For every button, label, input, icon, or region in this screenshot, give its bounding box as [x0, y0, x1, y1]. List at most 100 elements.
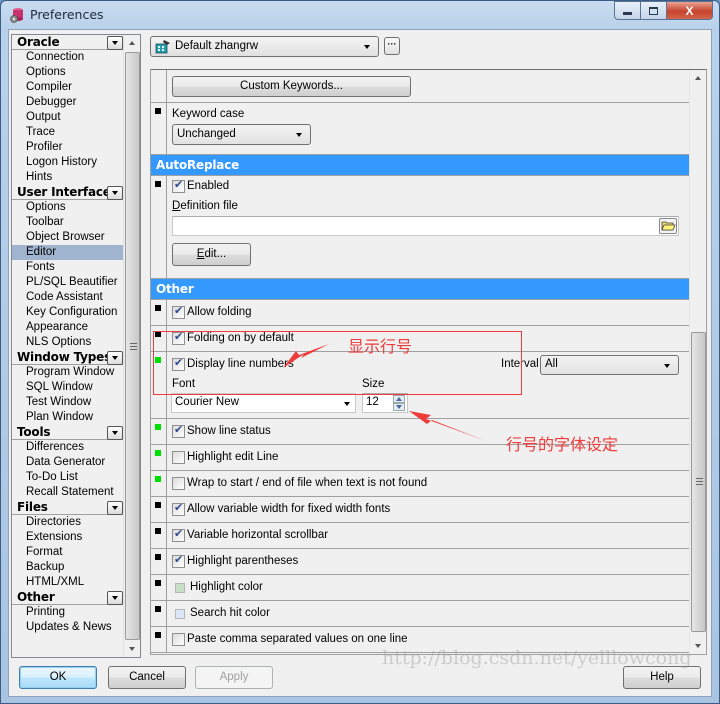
collapse-chevron-icon[interactable]: [107, 351, 123, 365]
sidebar-item-data-generator[interactable]: Data Generator: [12, 455, 123, 470]
collapse-chevron-icon[interactable]: [107, 426, 123, 440]
collapse-chevron-icon[interactable]: [107, 36, 123, 50]
title-bar[interactable]: Preferences X: [1, 1, 719, 29]
sidebar-group-other[interactable]: Other: [12, 590, 123, 605]
collapse-chevron-icon[interactable]: [107, 591, 123, 605]
close-button[interactable]: X: [667, 1, 713, 20]
wrap-search-checkbox[interactable]: [172, 477, 185, 490]
sidebar-item-toolbar[interactable]: Toolbar: [12, 215, 123, 230]
chevron-down-icon: [664, 364, 670, 368]
interval-label: Interval: [501, 358, 539, 370]
enabled-checkbox[interactable]: [172, 178, 185, 193]
sidebar-item-differences[interactable]: Differences: [12, 440, 123, 455]
paste-csv-row: Paste comma separated values on one line: [151, 627, 690, 653]
sidebar-item-hints[interactable]: Hints: [12, 170, 123, 185]
sidebar-item-debugger[interactable]: Debugger: [12, 95, 123, 110]
scroll-up-arrow-icon[interactable]: [690, 70, 706, 87]
edit-definition-button[interactable]: Edit...: [172, 243, 251, 266]
highlight-parens-checkbox[interactable]: [172, 553, 185, 568]
settings-scrollbar[interactable]: [689, 70, 706, 654]
sidebar-item-editor[interactable]: Editor: [12, 245, 123, 260]
black-marker-icon: [155, 580, 161, 586]
keyword-case-row: Keyword case Unchanged: [151, 103, 690, 155]
scroll-down-arrow-icon[interactable]: [124, 640, 140, 657]
sidebar-item-format[interactable]: Format: [12, 545, 123, 560]
sidebar-item-options[interactable]: Options: [12, 65, 123, 80]
sidebar-item-logon-history[interactable]: Logon History: [12, 155, 123, 170]
sidebar-group-window-types[interactable]: Window Types: [12, 350, 123, 365]
help-button[interactable]: Help: [623, 666, 701, 689]
size-spinner[interactable]: 12: [362, 393, 408, 413]
sidebar-item-appearance[interactable]: Appearance: [12, 320, 123, 335]
sidebar-item-extensions[interactable]: Extensions: [12, 530, 123, 545]
interval-dropdown[interactable]: All: [540, 355, 679, 375]
scroll-thumb[interactable]: [691, 332, 706, 632]
sidebar-item-sql-window[interactable]: SQL Window: [12, 380, 123, 395]
preferences-window: Preferences X Oracle Connection Options Com…: [0, 0, 720, 704]
collapse-chevron-icon[interactable]: [107, 186, 123, 200]
custom-keywords-button[interactable]: Custom Keywords...: [172, 76, 411, 97]
sidebar-item-program-window[interactable]: Program Window: [12, 365, 123, 380]
sidebar-group-oracle[interactable]: Oracle: [12, 35, 123, 50]
ok-button[interactable]: OK: [19, 666, 97, 689]
sidebar-item-directories[interactable]: Directories: [12, 515, 123, 530]
highlight-color-swatch[interactable]: [175, 583, 185, 593]
profile-more-button[interactable]: ···: [384, 37, 400, 55]
sidebar-item-backup[interactable]: Backup: [12, 560, 123, 575]
sidebar-item-updates-news[interactable]: Updates & News: [12, 620, 123, 635]
sidebar-item-output[interactable]: Output: [12, 110, 123, 125]
definition-file-input[interactable]: [172, 216, 679, 236]
sidebar-item-profiler[interactable]: Profiler: [12, 140, 123, 155]
variable-width-checkbox[interactable]: [172, 501, 185, 516]
display-line-numbers-checkbox[interactable]: [172, 356, 185, 371]
sidebar-group-files[interactable]: Files: [12, 500, 123, 515]
cancel-button[interactable]: Cancel: [108, 666, 186, 689]
sidebar-item-pl-sql-beautifier[interactable]: PL/SQL Beautifier: [12, 275, 123, 290]
browse-button[interactable]: [659, 218, 677, 234]
folding-default-checkbox[interactable]: [172, 330, 185, 345]
scroll-down-arrow-icon[interactable]: [690, 637, 706, 654]
keyword-case-dropdown[interactable]: Unchanged: [172, 124, 311, 145]
allow-folding-label: Allow folding: [187, 306, 252, 318]
paste-csv-checkbox[interactable]: [172, 633, 185, 646]
font-dropdown[interactable]: Courier New: [171, 393, 356, 413]
minimize-button[interactable]: [614, 1, 641, 20]
sidebar-item-options[interactable]: Options: [12, 200, 123, 215]
interval-value: All: [545, 358, 558, 370]
sidebar-item-printing[interactable]: Printing: [12, 605, 123, 620]
sidebar-group-tools[interactable]: Tools: [12, 425, 123, 440]
maximize-icon: [649, 6, 658, 15]
spin-up-button[interactable]: [393, 395, 405, 403]
sidebar-item-plan-window[interactable]: Plan Window: [12, 410, 123, 425]
green-marker-icon: [155, 450, 161, 456]
sidebar-item-to-do-list[interactable]: To-Do List: [12, 470, 123, 485]
sidebar-item-object-browser[interactable]: Object Browser: [12, 230, 123, 245]
variable-hscroll-checkbox[interactable]: [172, 527, 185, 542]
apply-button[interactable]: Apply: [195, 666, 273, 689]
profile-dropdown[interactable]: Default zhangrw: [150, 36, 379, 57]
keyword-case-value: Unchanged: [177, 128, 236, 140]
maximize-button[interactable]: [641, 1, 667, 20]
display-line-numbers-row: Display line numbers Interval All Font C…: [151, 352, 690, 419]
sidebar-item-recall-statement[interactable]: Recall Statement: [12, 485, 123, 500]
sidebar-item-connection[interactable]: Connection: [12, 50, 123, 65]
scroll-thumb[interactable]: [125, 52, 140, 640]
scroll-up-arrow-icon[interactable]: [124, 35, 140, 52]
collapse-chevron-icon[interactable]: [107, 501, 123, 515]
highlight-edit-line-checkbox[interactable]: [172, 451, 185, 464]
sidebar-scrollbar[interactable]: [123, 35, 140, 657]
sidebar-group-user-interface[interactable]: User Interface: [12, 185, 123, 200]
sidebar-item-fonts[interactable]: Fonts: [12, 260, 123, 275]
sidebar-item-compiler[interactable]: Compiler: [12, 80, 123, 95]
sidebar-item-test-window[interactable]: Test Window: [12, 395, 123, 410]
sidebar-item-trace[interactable]: Trace: [12, 125, 123, 140]
sidebar-item-html-xml[interactable]: HTML/XML: [12, 575, 123, 590]
folder-open-icon: [661, 221, 676, 231]
search-hit-color-swatch[interactable]: [175, 609, 185, 619]
sidebar-item-key-configuration[interactable]: Key Configuration: [12, 305, 123, 320]
sidebar-item-nls-options[interactable]: NLS Options: [12, 335, 123, 350]
spin-down-button[interactable]: [393, 403, 405, 411]
show-line-status-checkbox[interactable]: [172, 423, 185, 438]
sidebar-item-code-assistant[interactable]: Code Assistant: [12, 290, 123, 305]
allow-folding-checkbox[interactable]: [172, 304, 185, 319]
